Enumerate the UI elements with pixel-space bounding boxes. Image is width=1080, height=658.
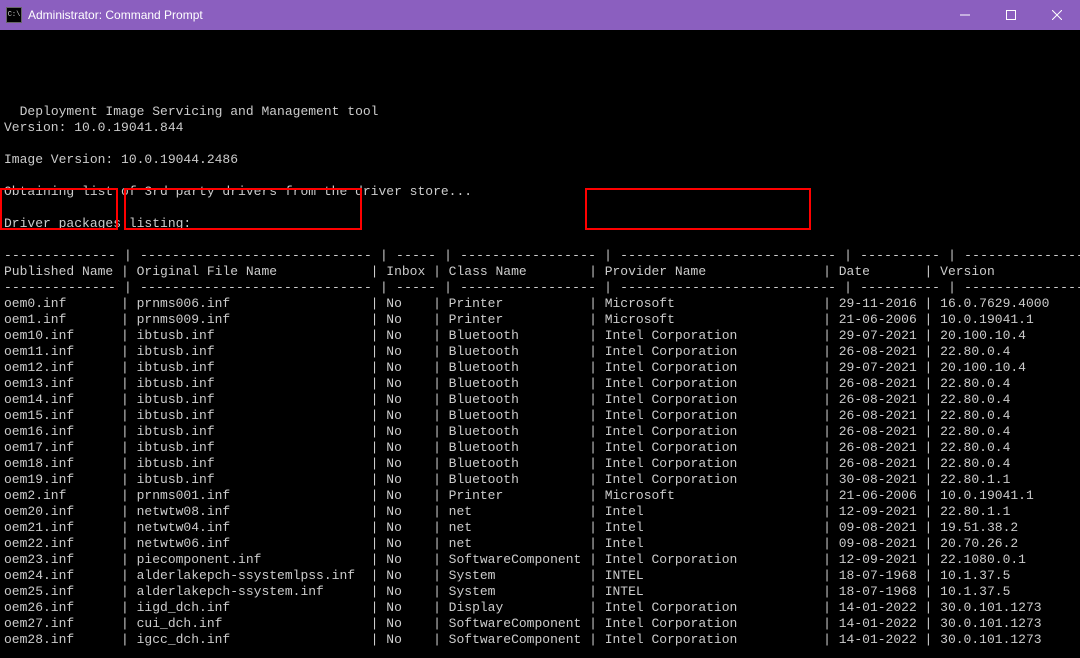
dism-tool-line: Deployment Image Servicing and Managemen… — [20, 104, 379, 119]
titlebar-left: C:\ Administrator: Command Prompt — [0, 7, 203, 23]
window-title: Administrator: Command Prompt — [28, 8, 203, 22]
image-version-line: Image Version: 10.0.19044.2486 — [4, 152, 238, 167]
close-button[interactable] — [1034, 0, 1080, 30]
obtaining-line: Obtaining list of 3rd party drivers from… — [4, 184, 472, 199]
cmd-icon: C:\ — [6, 7, 22, 23]
titlebar-controls — [942, 0, 1080, 30]
table-top-border: -------------- | -----------------------… — [4, 248, 1080, 263]
table-header-row: Published Name | Original File Name | In… — [4, 264, 1057, 279]
table-header-border: -------------- | -----------------------… — [4, 280, 1080, 295]
table-body: oem0.inf | prnms006.inf | No | Printer |… — [4, 296, 1057, 647]
terminal[interactable]: Deployment Image Servicing and Managemen… — [0, 30, 1080, 658]
dism-version-line: Version: 10.0.19041.844 — [4, 120, 183, 135]
minimize-button[interactable] — [942, 0, 988, 30]
listing-line: Driver packages listing: — [4, 216, 191, 231]
highlight-provider-name — [585, 188, 811, 230]
titlebar: C:\ Administrator: Command Prompt — [0, 0, 1080, 30]
maximize-button[interactable] — [988, 0, 1034, 30]
